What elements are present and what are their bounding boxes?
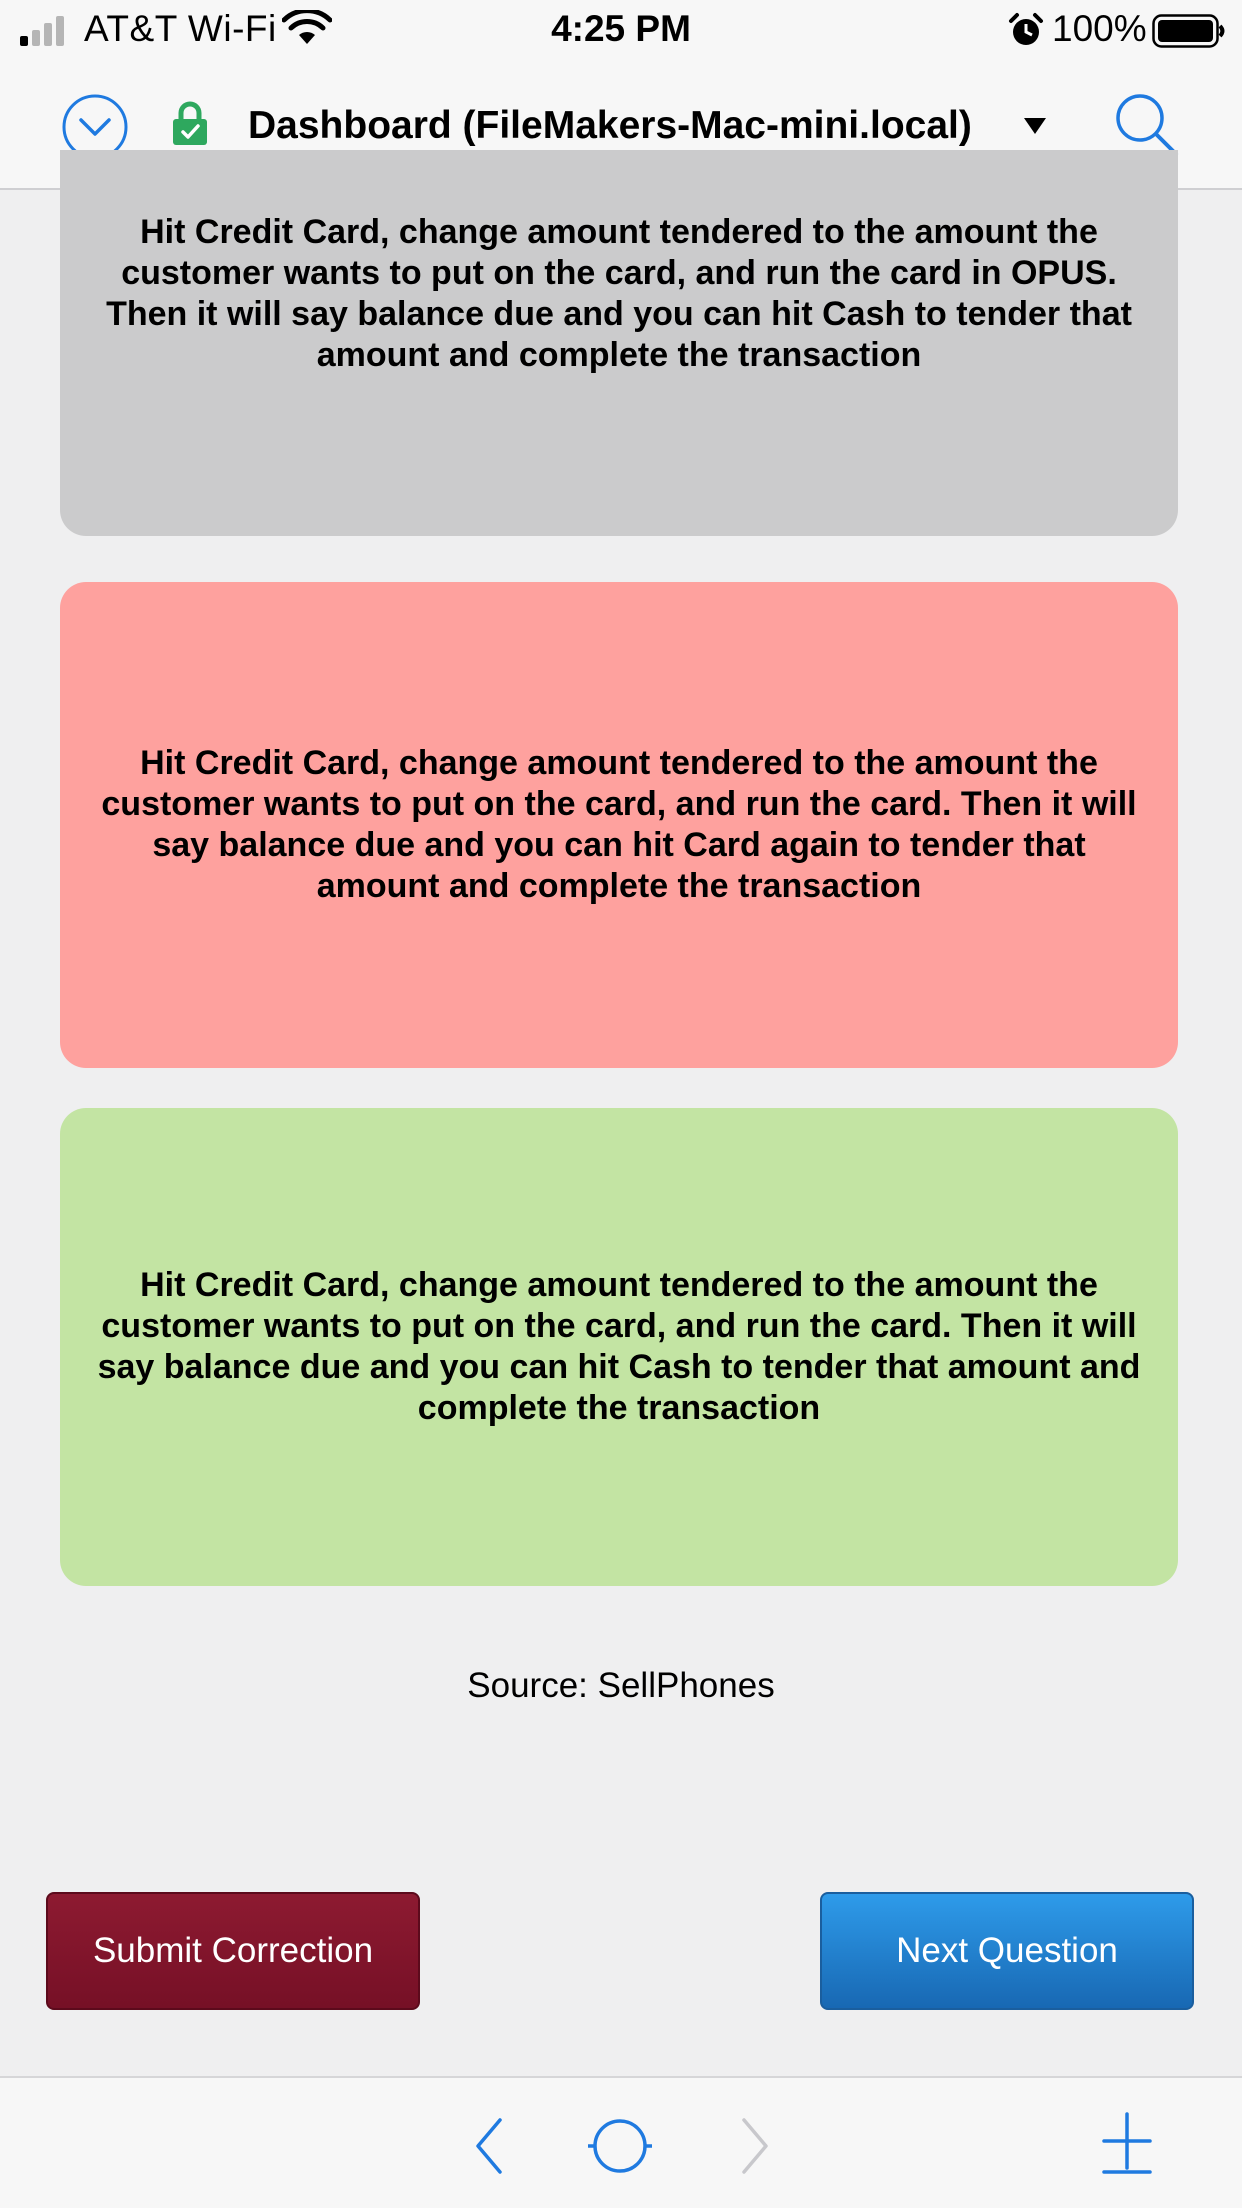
lock-icon <box>173 101 207 145</box>
forward-arrow-icon[interactable] <box>738 2116 772 2176</box>
next-question-button[interactable]: Next Question <box>820 1892 1194 2010</box>
answer-text: Hit Credit Card, change amount tendered … <box>101 744 1137 905</box>
answer-text: Hit Credit Card, change amount tendered … <box>97 1266 1141 1427</box>
answer-option-1[interactable]: Hit Credit Card, change amount tendered … <box>60 150 1178 536</box>
source-label: Source: SellPhones <box>467 1666 775 1705</box>
signal-icon <box>20 16 64 46</box>
add-icon[interactable] <box>1102 2112 1152 2174</box>
back-arrow-icon[interactable] <box>472 2116 506 2176</box>
page-title[interactable]: Dashboard (FileMakers-Mac-mini.local) <box>248 104 972 148</box>
search-icon[interactable] <box>1114 92 1180 158</box>
bottom-toolbar <box>0 2076 1242 2208</box>
carrier-label: AT&T Wi-Fi <box>84 8 277 49</box>
wifi-icon <box>282 10 332 44</box>
alarm-icon <box>1009 13 1043 45</box>
submit-correction-button[interactable]: Submit Correction <box>46 1892 420 2010</box>
battery-icon <box>1152 14 1225 48</box>
answer-option-3-correct[interactable]: Hit Credit Card, change amount tendered … <box>60 1108 1178 1586</box>
home-circle-icon[interactable] <box>588 2118 652 2174</box>
status-bar: AT&T Wi-Fi 4:25 PM 100% <box>0 0 1242 62</box>
battery-percent: 100% <box>1052 8 1147 49</box>
answer-option-2-incorrect[interactable]: Hit Credit Card, change amount tendered … <box>60 582 1178 1068</box>
dropdown-triangle-icon[interactable] <box>1024 118 1046 134</box>
answer-text: Hit Credit Card, change amount tendered … <box>106 213 1132 374</box>
